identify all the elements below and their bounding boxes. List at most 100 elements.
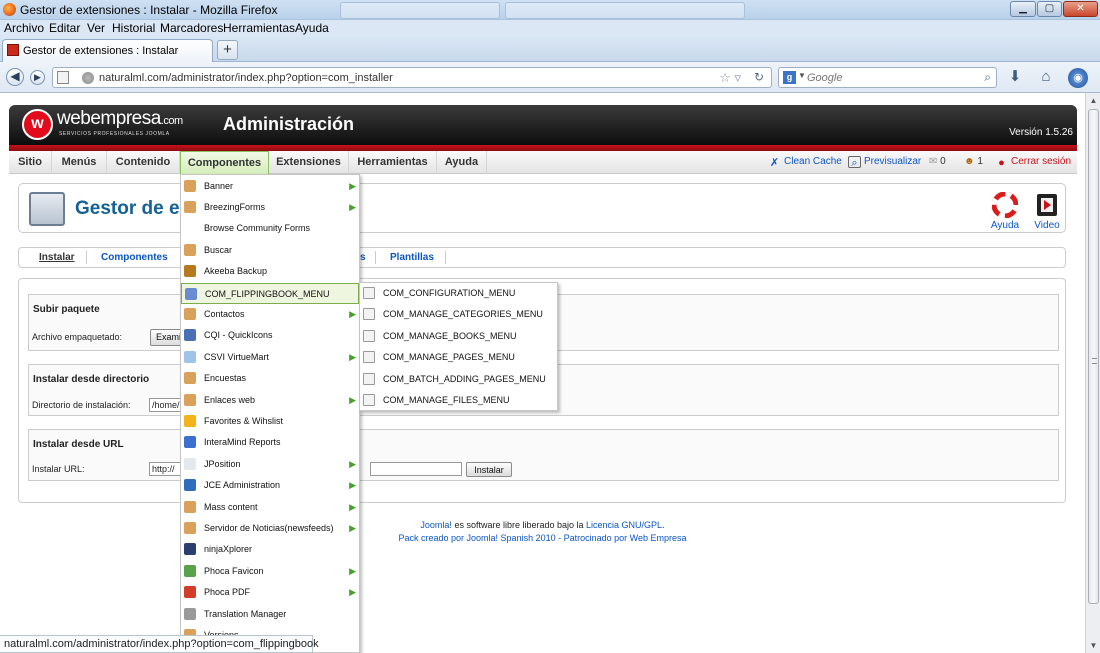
forward-icon[interactable]: ▶ [30, 70, 45, 85]
components-menu-item[interactable]: Translation Manager [181, 604, 359, 625]
globe-icon [82, 72, 94, 84]
new-tab-button[interactable]: + [217, 40, 238, 60]
download-icon[interactable]: ⬇ [1004, 67, 1026, 88]
window-title: Gestor de extensiones : Instalar - Mozil… [20, 3, 278, 17]
admin-menu-menus[interactable]: Menús [52, 151, 107, 174]
admin-menu-herramientas[interactable]: Herramientas [349, 151, 437, 174]
pack-credit-link[interactable]: Pack creado por Joomla! Spanish 2010 - P… [399, 533, 687, 543]
admin-menu-contenido[interactable]: Contenido [107, 151, 180, 174]
admin-menu-extensiones[interactable]: Extensiones [269, 151, 349, 174]
submenu-arrow-icon: ▶ [349, 501, 356, 512]
page-toolbar: Gestor de e Ayuda Video [18, 183, 1066, 233]
component-icon [184, 200, 196, 213]
components-menu-item[interactable]: Browse Community Forms [181, 218, 359, 239]
flippingbook-submenu-item[interactable]: COM_BATCH_ADDING_PAGES_MENU [360, 369, 557, 390]
addon-icon[interactable]: ◉ [1068, 68, 1088, 88]
scroll-up-icon[interactable]: ▲ [1087, 93, 1100, 108]
webempresa-logo-icon: w [22, 109, 53, 140]
components-menu-item[interactable]: CSVI VirtueMart ▶ [181, 347, 359, 368]
component-icon [185, 287, 197, 300]
menu-ver[interactable]: Ver [87, 21, 105, 35]
flippingbook-submenu-item[interactable]: COM_MANAGE_BOOKS_MENU [360, 326, 557, 347]
google-icon[interactable]: g [783, 71, 796, 84]
submenu-arrow-icon: ▶ [349, 180, 356, 191]
admin-menu-ayuda[interactable]: Ayuda [437, 151, 487, 174]
components-menu-item[interactable]: Phoca PDF ▶ [181, 582, 359, 603]
flippingbook-submenu-item[interactable]: COM_MANAGE_FILES_MENU [360, 390, 557, 411]
chevron-down-icon[interactable]: ▼ [798, 71, 806, 80]
tab-hidden-partial[interactable]: s [360, 252, 365, 263]
help-button[interactable]: Ayuda [985, 192, 1025, 231]
search-box[interactable]: g ▼ ⌕ [778, 67, 997, 88]
components-menu-item[interactable]: Phoca Favicon ▶ [181, 561, 359, 582]
components-menu-item[interactable]: ninjaXplorer [181, 539, 359, 560]
flippingbook-submenu-item[interactable]: COM_MANAGE_CATEGORIES_MENU [360, 304, 557, 325]
components-menu-item[interactable]: Akeeba Backup [181, 261, 359, 282]
page-scrollbar[interactable]: ▲ ▼ [1085, 93, 1100, 653]
logout-link[interactable]: ● Cerrar sesión [995, 156, 1071, 169]
components-menu-item[interactable]: COM_FLIPPINGBOOK_MENU [181, 282, 359, 304]
back-icon[interactable]: ◀ [6, 68, 24, 86]
components-menu-item[interactable]: CQI - QuickIcons [181, 325, 359, 346]
video-button[interactable]: Video [1027, 192, 1067, 231]
components-menu-item[interactable]: JCE Administration ▶ [181, 475, 359, 496]
menu-herramientas[interactable]: Herramientas [223, 21, 295, 35]
tab-instalar[interactable]: Instalar [39, 252, 75, 263]
bookmark-star-icon[interactable]: ☆ ▿ [719, 70, 741, 86]
tab-gestor-extensiones[interactable]: Gestor de extensiones : Instalar [2, 39, 213, 62]
menu-marcadores[interactable]: Marcadores [160, 21, 223, 35]
components-menu-item[interactable]: Banner ▶ [181, 176, 359, 197]
menu-historial[interactable]: Historial [112, 21, 155, 35]
components-menu-item[interactable]: Buscar [181, 240, 359, 261]
tab-componentes[interactable]: Componentes [101, 252, 168, 263]
url-bar[interactable]: naturalml.com/administrator/index.php?op… [52, 67, 772, 88]
footer-text: es software libre liberado bajo la [451, 520, 587, 530]
scroll-down-icon[interactable]: ▼ [1087, 638, 1100, 653]
component-icon [184, 243, 196, 256]
flippingbook-submenu-item[interactable]: COM_MANAGE_PAGES_MENU [360, 347, 557, 368]
joomla-link[interactable]: Joomla! [420, 520, 452, 530]
menu-archivo[interactable]: Archivo [4, 21, 44, 35]
page-title: Gestor de e [75, 198, 180, 219]
logo-tagline: SERVICIOS PROFESIONALES JOOMLA [59, 131, 170, 137]
submenu-arrow-icon: ▶ [349, 587, 356, 598]
gpl-link[interactable]: Licencia GNU/GPL [586, 520, 662, 530]
close-button[interactable]: ✕ [1063, 1, 1098, 17]
preview-link[interactable]: ⌕ Previsualizar [848, 156, 921, 169]
home-icon[interactable]: ⌂ [1035, 67, 1057, 88]
menu-ayuda[interactable]: Ayuda [295, 21, 329, 35]
version-text: Versión 1.5.26 [1009, 127, 1073, 138]
messages-count[interactable]: ✉ 0 [929, 156, 946, 167]
broom-icon: ✗ [769, 157, 780, 169]
components-menu-item-label: Banner [204, 180, 234, 191]
minimize-button[interactable]: ▁ [1010, 1, 1036, 17]
install-url-button[interactable]: Instalar [466, 462, 512, 477]
install-url-input-right[interactable] [370, 462, 462, 476]
tab-separator [375, 251, 376, 264]
magnifier-icon: ⌕ [848, 156, 861, 169]
navigation-bar: ◀ ▶ naturalml.com/administrator/index.ph… [0, 62, 1100, 93]
admin-menu-componentes[interactable]: Componentes [180, 151, 269, 174]
clean-cache-link[interactable]: ✗ Clean Cache [768, 156, 842, 169]
components-menu-item-label: Phoca PDF [204, 587, 251, 598]
components-menu-item[interactable]: Favorites & Wihslist [181, 411, 359, 432]
search-input[interactable] [807, 71, 967, 85]
maximize-button[interactable]: ▢ [1037, 1, 1062, 17]
scroll-thumb[interactable] [1088, 109, 1099, 604]
reload-icon[interactable]: ↻ [754, 70, 764, 84]
component-icon [184, 436, 196, 449]
admin-menu-sitio[interactable]: Sitio [9, 151, 52, 174]
components-menu-item[interactable]: BreezingForms ▶ [181, 197, 359, 218]
menu-editar[interactable]: Editar [49, 21, 80, 35]
flippingbook-submenu-item[interactable]: COM_CONFIGURATION_MENU [360, 283, 557, 304]
components-menu-item[interactable]: Mass content ▶ [181, 497, 359, 518]
components-menu-item[interactable]: InteraMind Reports [181, 432, 359, 453]
tab-plantillas[interactable]: Plantillas [390, 252, 434, 263]
components-menu-item[interactable]: Enlaces web ▶ [181, 390, 359, 411]
components-menu-item[interactable]: Contactos ▶ [181, 304, 359, 325]
components-menu-item[interactable]: Servidor de Noticias(newsfeeds) ▶ [181, 518, 359, 539]
components-menu-item[interactable]: JPosition ▶ [181, 454, 359, 475]
url-text[interactable]: naturalml.com/administrator/index.php?op… [99, 72, 393, 84]
components-menu-item[interactable]: Encuestas [181, 368, 359, 389]
search-icon[interactable]: ⌕ [984, 70, 991, 85]
